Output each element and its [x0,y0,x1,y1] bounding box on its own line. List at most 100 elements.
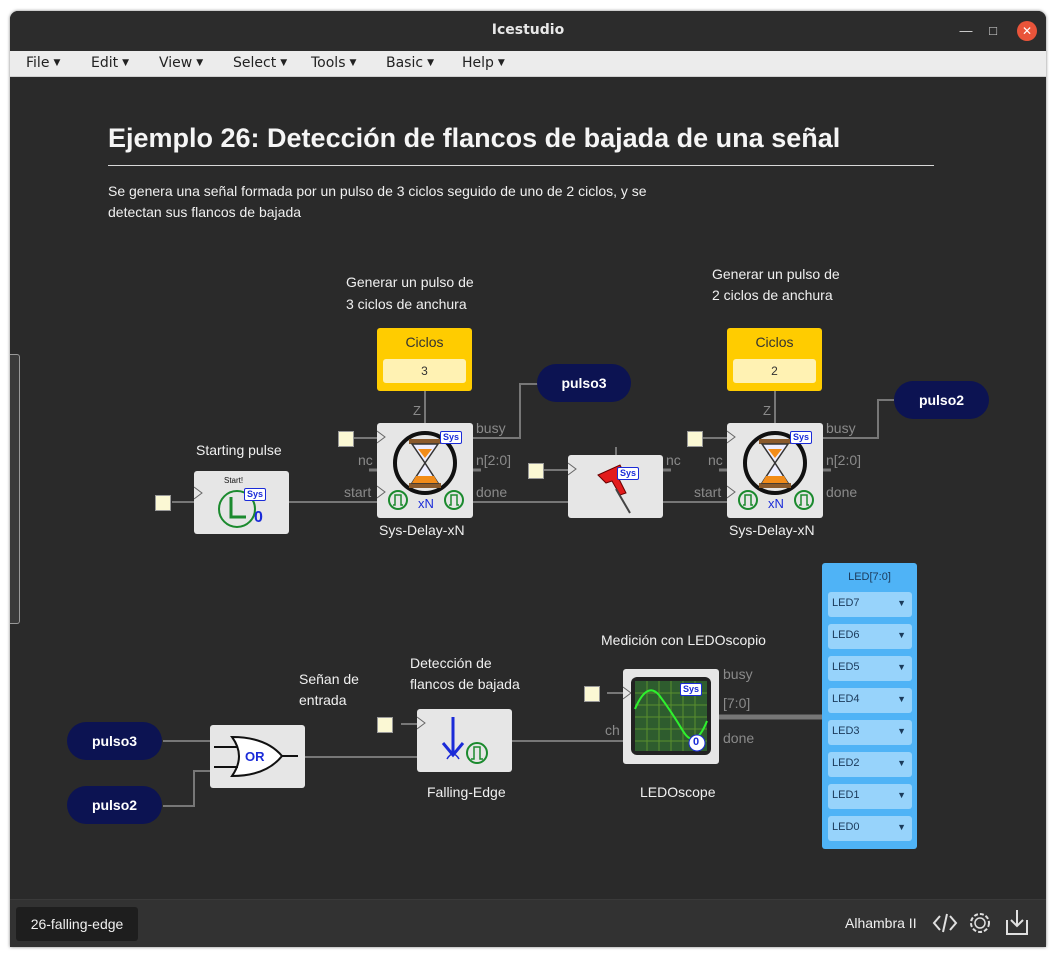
caret-down-icon: ▼ [53,58,61,68]
port-start: start [344,484,372,500]
sys-badge: Sys [790,431,813,444]
comment-gen2-line1: Generar un pulso de [712,266,840,282]
comment-senal-line1: Señan de [299,671,359,687]
sys-delay-block-2[interactable]: Sys xN [727,423,823,518]
label-pulso2-input[interactable]: pulso2 [67,786,162,824]
ledoscope-block[interactable]: Sys 0 [623,669,719,764]
sys-delay-name-1: Sys-Delay-xN [379,522,465,538]
page-title: Ejemplo 26: Detección de flancos de baja… [108,123,841,153]
led-select-led0[interactable]: LED0 ▼ [828,816,912,841]
comment-medicion: Medición con LEDOscopio [601,632,766,648]
ledoscope-name: LEDOscope [640,784,716,800]
verilog-code-icon[interactable] [932,912,958,934]
dropdown-arrow-icon: ▼ [897,790,906,800]
label-pulso3-input[interactable]: pulso3 [67,722,162,760]
download-icon[interactable] [1005,908,1029,936]
menu-file[interactable]: File ▼ [26,55,60,71]
maximize-icon[interactable]: □ [983,21,1003,41]
dropdown-arrow-icon: ▼ [897,822,906,832]
clock-input[interactable] [687,431,703,447]
port-nc: nc [666,452,681,468]
label-pulso2-output[interactable]: pulso2 [894,381,989,419]
led-panel-title: LED[7:0] [848,571,891,583]
dropdown-arrow-icon: ▼ [897,662,906,672]
port-z: Z [413,403,421,418]
led-select-led7[interactable]: LED7 ▼ [828,592,912,617]
comment-starting: Starting pulse [196,442,282,458]
close-icon[interactable]: ✕ [1017,21,1037,41]
side-toolbar[interactable] [10,354,20,624]
pin-block[interactable]: Sys [568,455,663,518]
port-busy: busy [476,420,506,436]
pushpin-icon [568,462,631,514]
comment-gen2-line2: 2 ciclos de anchura [712,287,833,303]
led-select-led1[interactable]: LED1 ▼ [828,784,912,809]
menu-help[interactable]: Help ▼ [462,55,505,71]
constant-ciclos-3[interactable]: Ciclos 3 [377,328,472,391]
sys-delay-block-1[interactable]: Sys xN [377,423,473,518]
led-select-led4[interactable]: LED4 ▼ [828,688,912,713]
board-settings-icon[interactable] [967,910,993,936]
sys-badge: Sys [617,467,640,480]
led-output-panel[interactable]: LED[7:0] LED7 ▼ LED6 ▼ LED5 ▼ LED4 ▼ LED3 ▼ L… [822,563,917,849]
clock-input[interactable] [528,463,544,479]
port-busy: busy [826,420,856,436]
constant-ciclos-2[interactable]: Ciclos 2 [727,328,822,391]
comment-gen3-line1: Generar un pulso de [346,274,474,290]
start-clock-icon [194,486,256,528]
starting-pulse-block[interactable]: Start! Sys 0 [194,471,289,534]
port-z: Z [763,403,771,418]
comment-senal-line2: entrada [299,692,347,708]
led-select-led3[interactable]: LED3 ▼ [828,720,912,745]
port-n: n[2:0] [476,452,512,468]
sys-badge: Sys [680,683,703,696]
board-name[interactable]: Alhambra II [845,915,917,931]
window-title: Icestudio [491,22,565,38]
title-divider [108,165,934,166]
falling-edge-name: Falling-Edge [427,784,506,800]
led-select-led6[interactable]: LED6 ▼ [828,624,912,649]
clock-input[interactable] [338,431,354,447]
port-nc: nc [708,452,723,468]
port-done: done [476,484,508,500]
clock-input[interactable] [584,686,600,702]
menu-bar: File ▼ Edit ▼ View ▼ Select ▼ Tools ▼ Basic ▼ … [10,51,1046,77]
port-done: done [826,484,858,500]
caret-down-icon: ▼ [196,58,204,68]
caret-down-icon: ▼ [349,58,357,68]
file-tab[interactable]: 26-falling-edge [16,907,138,941]
menu-select[interactable]: Select ▼ [233,55,287,71]
caret-down-icon: ▼ [497,58,505,68]
menu-basic[interactable]: Basic ▼ [386,55,434,71]
clock-input[interactable] [377,717,393,733]
or-gate-block[interactable]: OR [210,725,305,788]
constant-value[interactable]: 3 [383,359,466,383]
sys-badge: Sys [244,488,267,501]
menu-view[interactable]: View ▼ [159,55,203,71]
dropdown-arrow-icon: ▼ [897,598,906,608]
falling-edge-icon [417,716,488,764]
caret-down-icon: ▼ [427,58,434,68]
title-bar: Icestudio — □ ✕ [10,11,1046,51]
ledoscope-zero: 0 [693,736,700,748]
oscilloscope-icon [623,677,711,755]
menu-tools[interactable]: Tools ▼ [311,55,356,71]
design-canvas[interactable]: Ejemplo 26: Detección de flancos de baja… [10,77,1046,899]
falling-edge-block[interactable] [417,709,512,772]
constant-label: Ciclos [755,334,794,350]
clock-input[interactable] [155,495,171,511]
minimize-icon[interactable]: — [956,21,976,41]
port-n: n[2:0] [826,452,862,468]
dropdown-arrow-icon: ▼ [897,694,906,704]
led-select-led2[interactable]: LED2 ▼ [828,752,912,777]
port-nc: nc [358,452,373,468]
description-line-1: Se genera una señal formada por un pulso… [108,183,647,199]
label-pulso3-output[interactable]: pulso3 [537,364,631,402]
caret-down-icon: ▼ [280,58,288,68]
xn-label: xN [768,496,784,511]
menu-edit[interactable]: Edit ▼ [91,55,129,71]
constant-value[interactable]: 2 [733,359,816,383]
dropdown-arrow-icon: ▼ [897,726,906,736]
app-window: Icestudio — □ ✕ File ▼ Edit ▼ View ▼ Select… [10,11,1046,947]
led-select-led5[interactable]: LED5 ▼ [828,656,912,681]
